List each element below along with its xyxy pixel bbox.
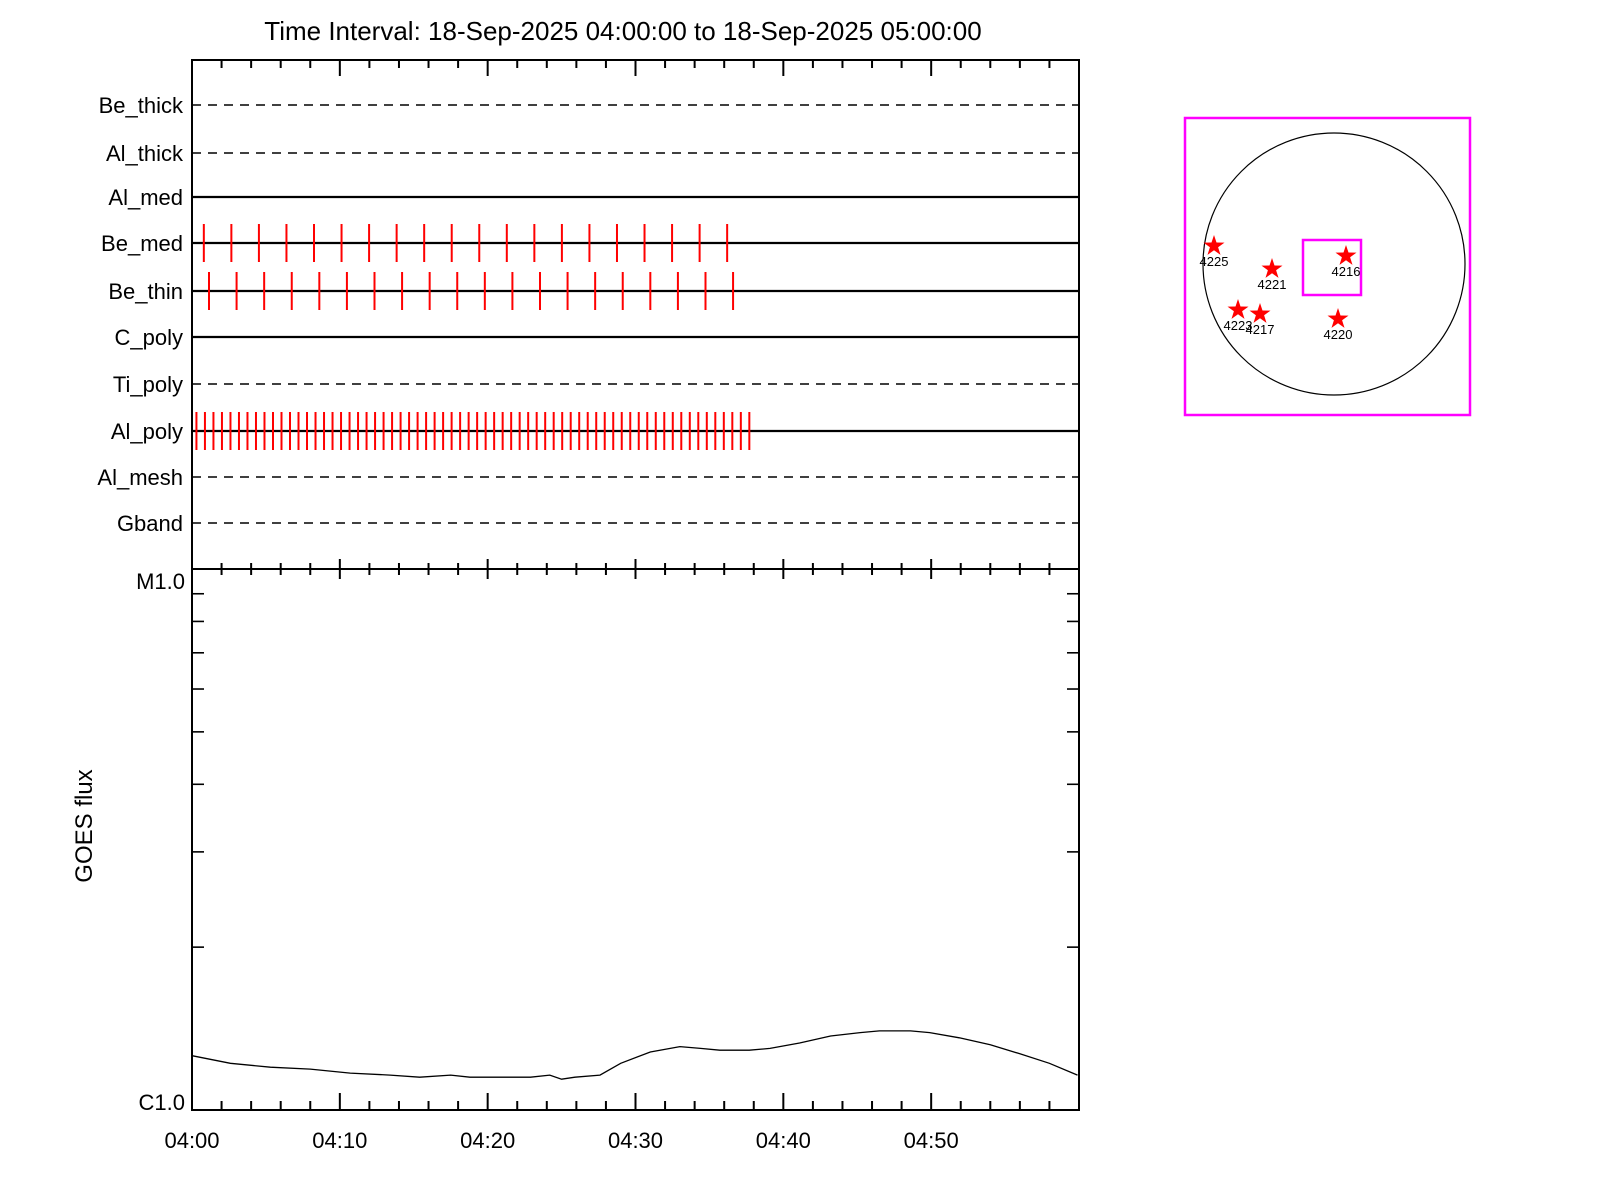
filter-label-Be_med: Be_med (101, 231, 183, 256)
x-tick-label-04:30: 04:30 (608, 1128, 663, 1153)
y-axis-log-ticks (192, 592, 1079, 948)
filter-label-Ti_poly: Ti_poly (113, 372, 183, 397)
active-region-star-4225 (1203, 235, 1225, 255)
active-region-label-4216: 4216 (1332, 264, 1361, 279)
solar-disk-map: 42254221421642234217 4220 (1183, 116, 1472, 417)
filter-panel-border (191, 59, 1080, 570)
filter-top-axis-ticks (220, 60, 1051, 76)
active-region-star-4221 (1261, 258, 1283, 278)
plot-screenshot-root: Time Interval: 18-Sep-2025 04:00:00 to 1… (0, 0, 1600, 1200)
goes-flux-panel: 04:00 04:10 04:20 04:30 04:40 04:50 (164, 559, 1080, 1153)
x-tick-label-04:00: 04:00 (164, 1128, 219, 1153)
active-region-label-4221: 4221 (1258, 277, 1287, 292)
x-tick-label-04:50: 04:50 (904, 1128, 959, 1153)
filter-label-Be_thin: Be_thin (108, 279, 183, 304)
filter-label-C_poly: C_poly (115, 325, 183, 350)
active-region-star-4223 (1227, 299, 1249, 319)
x-tick-label-04:40: 04:40 (756, 1128, 811, 1153)
page-title: Time Interval: 18-Sep-2025 04:00:00 to 1… (264, 16, 981, 46)
goes-ybottom-label: C1.0 (139, 1090, 185, 1115)
x-tick-label-04:10: 04:10 (312, 1128, 367, 1153)
active-region-label-4225: 4225 (1200, 254, 1229, 269)
active-region-star-4216 (1335, 245, 1357, 265)
filter-timeline-panel: Be_thick Al_thick Al_med Be_med Be_thin C_pol… (97, 59, 1080, 570)
x-axis-tick-labels: 04:00 04:10 04:20 04:30 04:40 04:50 (164, 1128, 958, 1153)
active-region-label-4220: 4220 (1324, 327, 1353, 342)
active-region-star-4220 (1327, 308, 1349, 328)
goes-yaxis-title: GOES flux (71, 769, 98, 882)
active-region-star-4217 (1249, 303, 1271, 323)
filter-label-Al_mesh: Al_mesh (97, 465, 183, 490)
filter-label-Gband: Gband (117, 511, 183, 536)
goes-ytop-label: M1.0 (136, 569, 185, 594)
goes-panel-border (191, 568, 1080, 1111)
filter-label-Al_thick: Al_thick (106, 141, 184, 166)
x-tick-label-04:20: 04:20 (460, 1128, 515, 1153)
goes-flux-curve (191, 1030, 1078, 1080)
active-region-label-4217: 4217 (1246, 322, 1275, 337)
plot-canvas: Time Interval: 18-Sep-2025 04:00:00 to 1… (71, 16, 1472, 1153)
filter-label-Be_thick: Be_thick (99, 93, 184, 118)
filter-label-Al_poly: Al_poly (111, 419, 183, 444)
x-axis-ticks-bottom (220, 1093, 1051, 1110)
filter-label-Al_med: Al_med (108, 185, 183, 210)
